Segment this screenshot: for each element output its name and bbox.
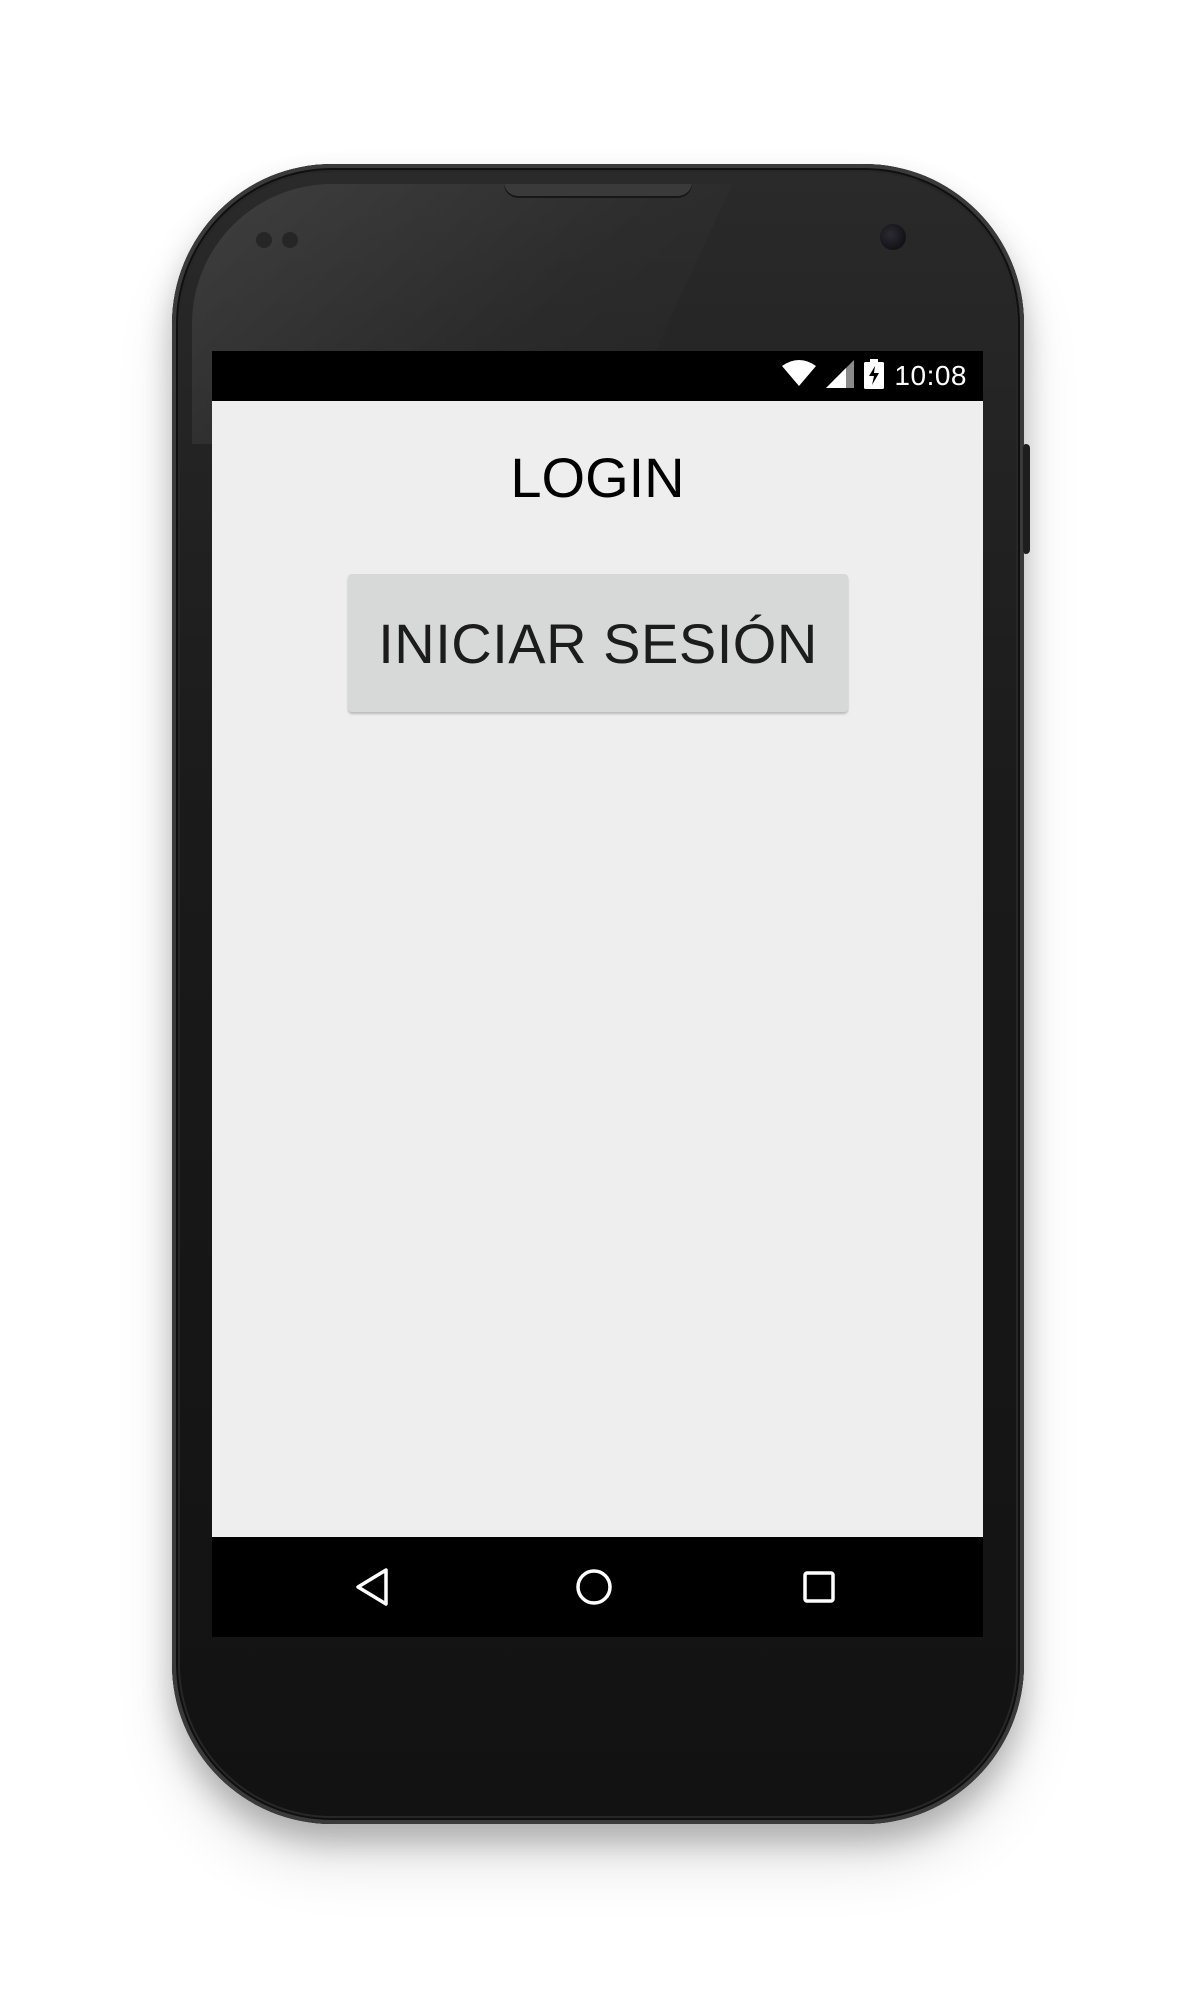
battery-charging-icon [864,359,885,393]
home-icon [576,1569,612,1605]
back-icon [356,1568,388,1606]
back-button[interactable] [350,1565,394,1609]
wifi-icon [782,360,817,392]
power-button[interactable] [1022,444,1030,554]
status-icons: 10:08 [782,359,967,393]
recents-icon [803,1571,835,1603]
status-bar: 10:08 [212,351,983,401]
page-title: LOGIN [510,446,685,509]
status-time: 10:08 [894,360,967,391]
earpiece-speaker [504,184,692,198]
app-content: LOGIN INICIAR SESIÓN [212,401,983,1537]
navigation-bar [212,1537,983,1637]
front-camera-icon [880,224,906,250]
device-screen: 10:08 LOGIN INICIAR SESIÓN [212,351,983,1637]
phone-device: 10:08 LOGIN INICIAR SESIÓN [172,164,1030,1824]
recents-button[interactable] [797,1565,841,1609]
login-button[interactable]: INICIAR SESIÓN [348,574,848,712]
home-button[interactable] [572,1565,616,1609]
proximity-sensors [256,232,304,248]
cellular-signal-icon [826,360,855,392]
